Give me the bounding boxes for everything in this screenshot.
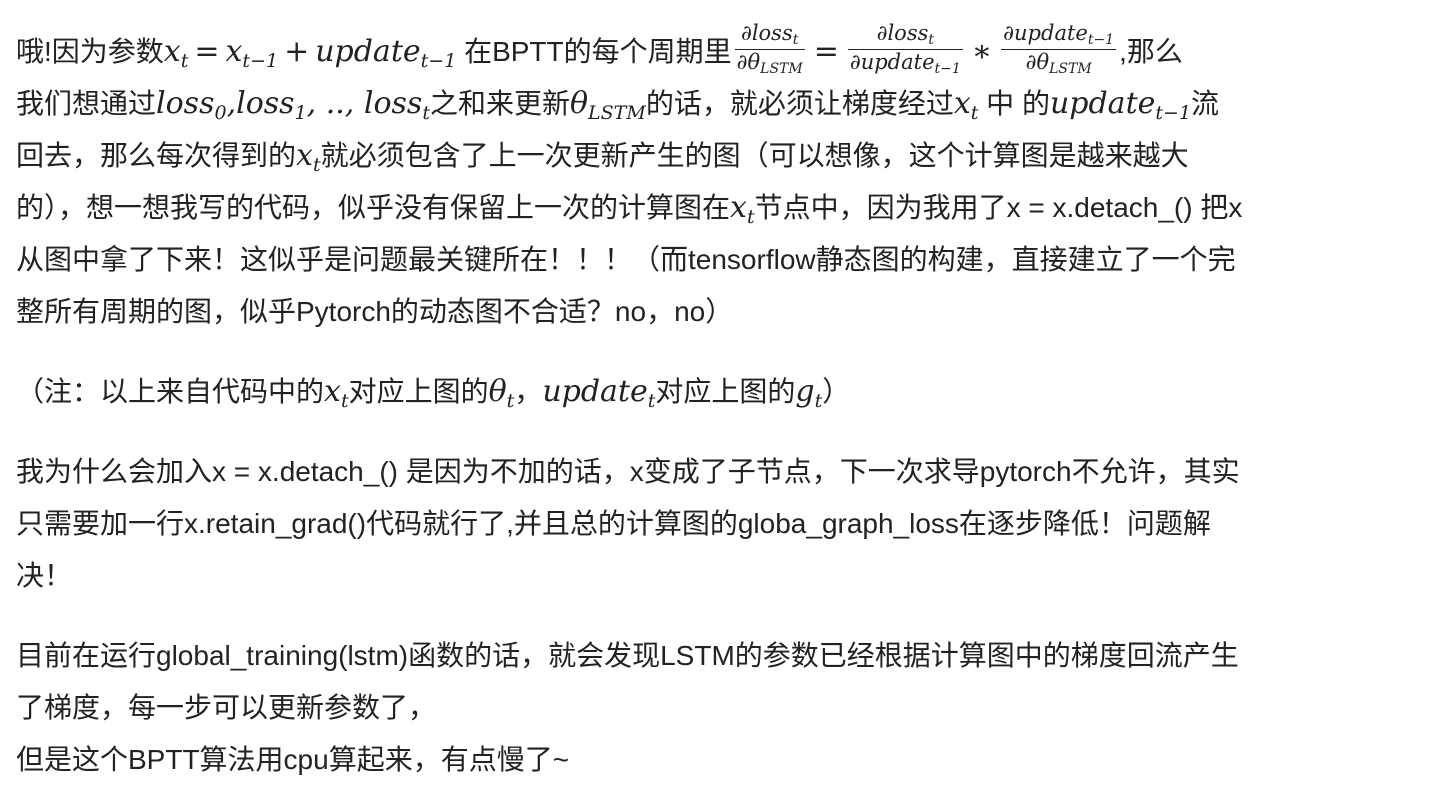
text: （注：以上来自代码中的 [16,376,325,407]
math-comma: , [226,86,237,121]
text-line: 只需要加一行x.retain_grad()代码就行了,并且总的计算图的globa… [16,508,1211,539]
math-loss: loss [236,86,295,121]
paragraph-training-status: 目前在运行global_training(lstm)函数的话，就会发现LSTM的… [16,630,1442,786]
text-line: 我为什么会加入x = x.detach_() 是因为不加的话，x变成了子节点，下… [16,456,1240,487]
text: 就必须包含了上一次更新产生的图（可以想像，这个计算图是越来越大 [320,140,1189,171]
text: 回去，那么每次得到的 [16,140,297,171]
math-x: x [163,34,181,69]
text-line: 回去，那么每次得到的xt就必须包含了上一次更新产生的图（可以想像，这个计算图是越… [16,130,1442,182]
text-line: 目前在运行global_training(lstm)函数的话，就会发现LSTM的… [16,640,1239,671]
math-sub: t [340,390,349,412]
math-sub: t [422,102,430,124]
text: ） [822,376,851,407]
text-line: 我们想通过loss0,loss1, .., losst之和来更新θLSTM的话，… [16,78,1442,130]
math-theta: θ [569,86,589,121]
math-x: x [324,374,341,409]
paragraph-bptt-explanation: 哦!因为参数xt = xt−1 + updatet−1 在BPTT的每个周期里 ∂loss… [16,22,1442,338]
text-line: 但是这个BPTT算法用cpu算起来，有点慢了~ [16,744,570,775]
math-x: x [225,34,243,69]
text: ， [514,376,543,407]
math-sub: 0 [214,102,227,124]
math-eq: = [813,34,839,69]
math-fraction: ∂losst ∂updatet−1 [847,22,963,78]
text: 中 的 [978,88,1050,119]
text-line: 了梯度，每一步可以更新参数了， [16,692,437,723]
math-sub: t [746,206,755,228]
fraction-numerator: ∂losst [847,22,963,51]
math-update: update [315,34,421,69]
math-sub: t−1 [242,50,279,72]
text-line: （注：以上来自代码中的xt对应上图的θt，updatet对应上图的gt） [16,366,1442,418]
text: 的话，就必须让梯度经过 [645,88,954,119]
text: 哦!因为参数 [16,36,164,67]
math-x: x [730,190,747,225]
math-plus: + [284,34,310,69]
text: 对应上图的 [348,376,489,407]
math-x: x [296,138,313,173]
math-sub: LSTM [588,102,646,124]
text: 在BPTT的每个周期里 [464,36,732,67]
math-loss: loss [156,86,215,121]
math-fraction: ∂updatet−1 ∂θLSTM [1001,21,1117,78]
text-line: 决！ [16,560,73,591]
text: 对应上图的 [655,376,796,407]
paragraph-note: （注：以上来自代码中的xt对应上图的θt，updatet对应上图的gt） [16,366,1442,418]
math-theta: θ [488,374,507,409]
text: 流 [1191,88,1220,119]
math-x: x [953,86,971,121]
text-line: 哦!因为参数xt = xt−1 + updatet−1 在BPTT的每个周期里 ∂loss… [16,22,1442,78]
math-g: g [795,374,815,409]
math-fraction: ∂losst ∂θLSTM [734,22,805,78]
text: 我们想通过 [16,88,157,119]
fraction-denominator: ∂θLSTM [736,50,803,78]
math-sub: t [312,154,321,176]
fraction-denominator: ∂θLSTM [1025,50,1092,78]
text: 节点中，因为我用了x = x.detach_() 把x [754,192,1243,223]
math-eq: = [194,34,220,69]
math-update: update [1049,86,1156,121]
math-times: ∗ [971,34,993,69]
math-sub: 1 [294,102,307,124]
fraction-denominator: ∂updatet−1 [849,50,961,78]
math-update: update [542,374,648,409]
paragraph-detach-fix: 我为什么会加入x = x.detach_() 是因为不加的话，x变成了子节点，下… [16,446,1442,602]
text-line: 整所有周期的图，似乎Pytorch的动态图不合适？no，no） [16,296,734,327]
text: ,那么 [1119,36,1183,67]
math-sub: t−1 [1155,102,1192,124]
math-dots: , .., [306,86,364,121]
text-line: 从图中拿了下来！这似乎是问题最关键所在！！！（而tensorflow静态图的构建… [16,244,1236,275]
text: 的），想一想我写的代码，似乎没有保留上一次的计算图在 [16,192,731,223]
text-line: 的），想一想我写的代码，似乎没有保留上一次的计算图在xt节点中，因为我用了x =… [16,182,1442,234]
math-sub: t−1 [420,50,457,72]
fraction-numerator: ∂losst [734,22,805,51]
article-body: 哦!因为参数xt = xt−1 + updatet−1 在BPTT的每个周期里 ∂loss… [16,22,1442,786]
text: 之和来更新 [429,88,570,119]
fraction-numerator: ∂updatet−1 [1001,21,1117,51]
math-loss: loss [363,86,423,121]
